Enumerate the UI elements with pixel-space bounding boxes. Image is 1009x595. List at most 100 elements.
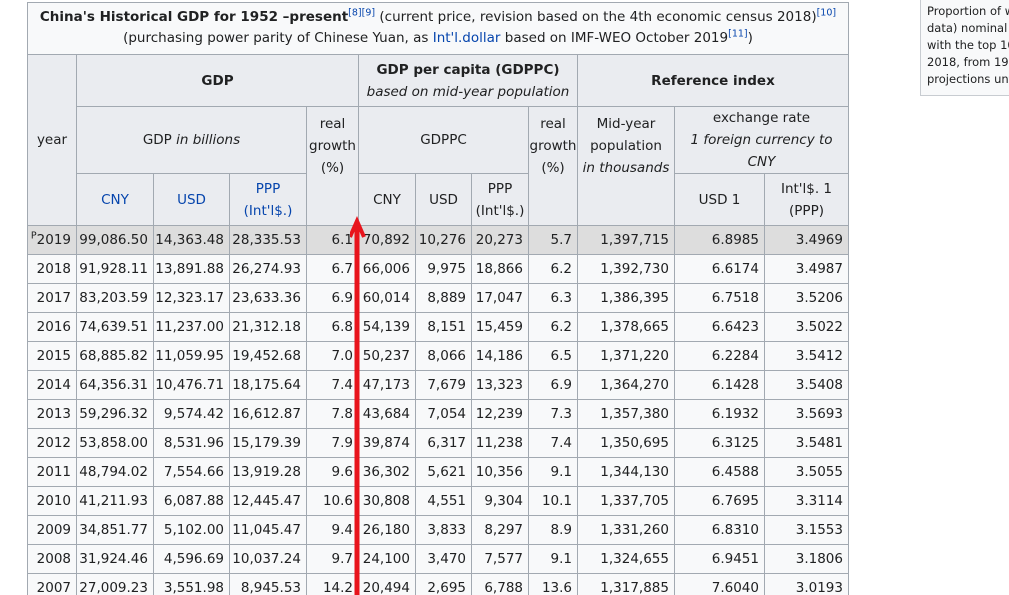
cell-gdppc-cny: 47,173: [358, 370, 416, 400]
table-row: 2017 83,203.59 12,323.17 23,633.36 6.9 60,014…: [27, 283, 849, 313]
cell-gdp-usd: 12,323.17: [153, 283, 230, 313]
cell-gdppc-ppp: 14,186: [471, 341, 529, 371]
cell-gdppc-cny: 50,237: [358, 341, 416, 371]
cell-rate-usd: 6.2284: [674, 341, 765, 371]
cell-gdppc-cny: 26,180: [358, 515, 416, 545]
year-value: 2012: [36, 435, 71, 451]
cell-gdppc-growth: 6.2: [528, 254, 578, 284]
year-value: 2007: [36, 580, 71, 595]
cell-gdp-usd: 6,087.88: [153, 486, 230, 516]
cell-gdp-cny: 34,851.77: [76, 515, 154, 545]
cell-gdp-ppp: 10,037.24: [229, 544, 307, 574]
cell-gdppc-usd: 10,276: [415, 225, 472, 255]
header-gdp-in-billions: GDP in billions: [76, 106, 307, 174]
cell-population: 1,331,260: [577, 515, 675, 545]
cell-gdp-growth: 7.0: [306, 341, 359, 371]
caption-line1: (current price, revision based on the 4t…: [375, 9, 817, 25]
cell-gdppc-ppp: 6,788: [471, 573, 529, 595]
cell-gdppc-ppp: 12,239: [471, 399, 529, 429]
header-midyear-population: Mid-year population in thousands: [577, 106, 675, 226]
cell-gdp-cny: 83,203.59: [76, 283, 154, 313]
year-value: 2011: [36, 464, 71, 480]
cell-gdppc-growth: 5.7: [528, 225, 578, 255]
year-value: 2008: [36, 551, 71, 567]
cell-population: 1,350,695: [577, 428, 675, 458]
cell-gdp-usd: 11,059.95: [153, 341, 230, 371]
year-value: 2015: [36, 348, 71, 364]
caption-line1-ref[interactable]: [10]: [817, 8, 837, 19]
cell-gdppc-cny: 66,006: [358, 254, 416, 284]
cell-year: 2008: [27, 544, 77, 574]
cell-gdp-growth: 6.8: [306, 312, 359, 342]
table-row: 2008 31,924.46 4,596.69 10,037.24 9.7 24,100 3…: [27, 544, 849, 574]
cell-gdp-ppp: 26,274.93: [229, 254, 307, 284]
cell-rate-usd: 6.6423: [674, 312, 765, 342]
cell-population: 1,344,130: [577, 457, 675, 487]
cell-gdp-growth: 7.8: [306, 399, 359, 429]
cell-gdppc-usd: 6,317: [415, 428, 472, 458]
cell-gdp-cny: 64,356.31: [76, 370, 154, 400]
table-row: 2010 41,211.93 6,087.88 12,445.47 10.6 30,808…: [27, 486, 849, 516]
cell-population: 1,337,705: [577, 486, 675, 516]
cell-gdppc-usd: 3,470: [415, 544, 472, 574]
cell-gdp-ppp: 16,612.87: [229, 399, 307, 429]
header-reference-index: Reference index: [577, 54, 849, 107]
cell-population: 1,386,395: [577, 283, 675, 313]
cell-gdp-cny: 68,885.82: [76, 341, 154, 371]
header-pc-usd: USD: [415, 173, 472, 226]
cell-gdp-cny: 48,794.02: [76, 457, 154, 487]
cell-population: 1,397,715: [577, 225, 675, 255]
cell-rate-ppp: 3.5408: [764, 370, 849, 400]
cell-gdppc-growth: 9.1: [528, 457, 578, 487]
cell-population: 1,378,665: [577, 312, 675, 342]
header-cny[interactable]: CNY: [76, 173, 154, 226]
year-value: 2014: [36, 377, 71, 393]
cell-gdppc-growth: 10.1: [528, 486, 578, 516]
cell-gdppc-growth: 6.9: [528, 370, 578, 400]
cell-gdppc-usd: 5,621: [415, 457, 472, 487]
cell-gdp-growth: 6.1: [306, 225, 359, 255]
header-intl-ppp: Int'l$. 1 (PPP): [764, 173, 849, 226]
cell-rate-usd: 6.8985: [674, 225, 765, 255]
header-gdppc-group: GDP per capita (GDPPC) based on mid-year…: [358, 54, 578, 107]
caption-line2-post: based on IMF-WEO October 2019: [500, 30, 729, 46]
cell-gdppc-growth: 6.2: [528, 312, 578, 342]
cell-rate-usd: 6.6174: [674, 254, 765, 284]
year-value: 2010: [36, 493, 71, 509]
cell-population: 1,324,655: [577, 544, 675, 574]
cell-year: 2017: [27, 283, 77, 313]
caption-line2-ref[interactable]: [11]: [728, 29, 748, 40]
cell-gdppc-usd: 2,695: [415, 573, 472, 595]
gdp-table: China's Historical GDP for 1952 –present…: [27, 2, 849, 595]
cell-gdp-growth: 6.9: [306, 283, 359, 313]
cell-rate-ppp: 3.4987: [764, 254, 849, 284]
intl-dollar-link[interactable]: Int'l.dollar: [433, 30, 501, 46]
cell-gdp-growth: 9.4: [306, 515, 359, 545]
caption-title-ref[interactable]: [8][9]: [348, 8, 375, 19]
sidebar-line: Proportion of w: [927, 4, 1009, 18]
cell-rate-ppp: 3.5206: [764, 283, 849, 313]
cell-gdppc-usd: 7,679: [415, 370, 472, 400]
cell-gdp-usd: 5,102.00: [153, 515, 230, 545]
cell-gdppc-growth: 6.5: [528, 341, 578, 371]
cell-gdppc-cny: 70,892: [358, 225, 416, 255]
header-usd[interactable]: USD: [153, 173, 230, 226]
cell-population: 1,392,730: [577, 254, 675, 284]
year-value: 2017: [36, 290, 71, 306]
cell-gdppc-usd: 7,054: [415, 399, 472, 429]
cell-gdp-growth: 6.7: [306, 254, 359, 284]
sidebar-caption-box: Proportion of w data) nominal C with the…: [920, 0, 1009, 96]
cell-rate-usd: 6.4588: [674, 457, 765, 487]
cell-gdp-usd: 3,551.98: [153, 573, 230, 595]
table-row: 2016 74,639.51 11,237.00 21,312.18 6.8 54,139…: [27, 312, 849, 342]
header-ppp[interactable]: PPP (Int'l$.): [229, 173, 307, 226]
cell-population: 1,317,885: [577, 573, 675, 595]
cell-gdp-usd: 8,531.96: [153, 428, 230, 458]
cell-gdppc-ppp: 15,459: [471, 312, 529, 342]
cell-rate-ppp: 3.4969: [764, 225, 849, 255]
table-row: 2011 48,794.02 7,554.66 13,919.28 9.6 36,302 5…: [27, 457, 849, 487]
cell-gdppc-growth: 13.6: [528, 573, 578, 595]
cell-population: 1,371,220: [577, 341, 675, 371]
year-value: 2018: [36, 261, 71, 277]
header-gdppc: GDPPC: [358, 106, 529, 174]
